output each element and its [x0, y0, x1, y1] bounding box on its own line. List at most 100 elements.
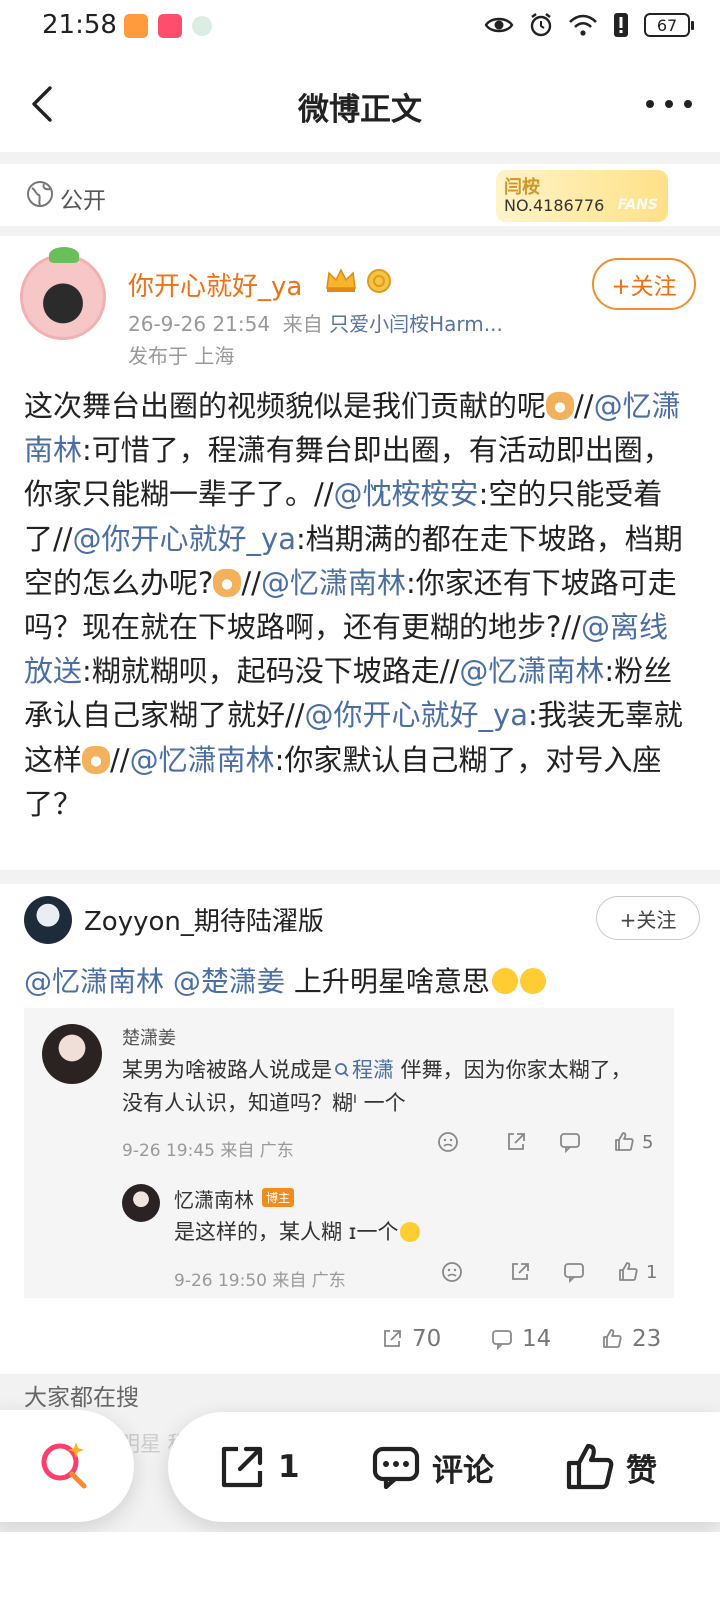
post-text-segment: :糊就糊呗，起码没下坡路走//	[82, 654, 460, 689]
repost-count: 70	[412, 1326, 442, 1352]
sad-face-icon[interactable]	[436, 1130, 460, 1154]
share-icon[interactable]	[508, 1260, 532, 1284]
sad-face-icon[interactable]	[440, 1260, 464, 1284]
status-icons: 67	[484, 12, 694, 38]
repost-button[interactable]: 1	[216, 1438, 300, 1496]
post-action-bar: 1 评论 赞	[168, 1412, 720, 1522]
post-text-segment: //	[241, 565, 261, 600]
repost-button-count: 1	[278, 1449, 300, 1485]
quoted-comment-box[interactable]: 楚潇姜 某男为啥被路人说成是 程潇 伴舞，因为你家太糊了，没有人认识，知道吗？糊ᴵ…	[24, 1008, 674, 1298]
laugh-cry-emoji-icon	[519, 968, 546, 994]
nav-bar: 微博正文	[0, 56, 720, 152]
discover-search-icon	[41, 1442, 87, 1489]
repost-follow-button[interactable]: +关注	[596, 896, 700, 940]
dog-emoji-icon	[546, 392, 575, 420]
comment-bubble-icon[interactable]	[558, 1130, 582, 1154]
post-text-segment: 这次舞台出圈的视频貌似是我们贡献的呢	[24, 389, 547, 423]
repost-author-name[interactable]: Zoyyon_期待陆濯版	[84, 901, 324, 938]
search-term-link[interactable]: 程潇	[332, 1058, 394, 1082]
comment-icon	[372, 1446, 420, 1490]
repost-count-button[interactable]: 70	[380, 1326, 441, 1352]
eye-icon	[484, 17, 514, 33]
comment-like-button[interactable]: 5	[612, 1130, 653, 1154]
like-icon	[566, 1443, 614, 1490]
search-fab[interactable]	[0, 1410, 134, 1522]
mention-link[interactable]: @你开心就好_ya	[73, 522, 296, 556]
signal-alert-icon	[614, 13, 628, 37]
like-count-button[interactable]: 23	[600, 1326, 661, 1352]
author-avatar[interactable]	[20, 247, 106, 340]
comment-bubble-icon	[492, 1330, 512, 1351]
reply-text: 是这样的，某人糊 ɪ一个	[174, 1216, 421, 1246]
main-post: 你开心就好_ya 26-9-26 21:54 来自 只爱小闫桉Harm... 发…	[0, 236, 720, 870]
video-app-icon	[158, 14, 182, 38]
reply-text-body: 是这样的，某人糊 ɪ一个	[174, 1220, 399, 1244]
share-icon[interactable]	[504, 1130, 528, 1154]
reply-avatar[interactable]	[122, 1184, 160, 1222]
more-options-icon[interactable]	[644, 94, 694, 114]
mention-link[interactable]: @楚潇姜	[173, 965, 285, 998]
heart-app-icon	[124, 14, 148, 38]
status-bar: 21:58 67	[0, 0, 720, 56]
repost-text-body: 上升明星啥意思	[284, 965, 490, 998]
wifi-icon	[569, 14, 597, 36]
comment-button[interactable]: 评论	[370, 1438, 494, 1496]
post-text-segment: //	[110, 742, 130, 777]
source-prefix: 来自	[282, 312, 323, 336]
post-time: 26-9-26 21:54	[128, 312, 271, 336]
post-text: 这次舞台出圈的视频貌似是我们贡献的呢//@忆潇南林:可惜了，程潇有舞台即出圈，有…	[24, 384, 694, 826]
thumbs-up-icon	[619, 1262, 638, 1281]
follow-button[interactable]: +关注	[592, 258, 696, 310]
visibility-label: 公开	[60, 188, 106, 214]
page-title: 微博正文	[298, 92, 422, 128]
author-name[interactable]: 你开心就好_ya	[128, 266, 302, 303]
reply-username[interactable]: 忆潇南林	[174, 1184, 254, 1213]
reply-like-count: 1	[646, 1261, 658, 1283]
comment-avatar[interactable]	[42, 1024, 102, 1084]
dog-emoji-icon	[213, 568, 242, 597]
visibility-row: 公开 闫桉 NO.4186776 FANS	[0, 164, 720, 226]
repost-author-avatar[interactable]	[24, 896, 72, 944]
comment-count: 14	[522, 1326, 552, 1352]
repost-text: @忆潇南林 @楚潇姜 上升明星啥意思	[24, 960, 546, 1000]
coin-icon	[367, 269, 391, 293]
comment-text: 某男为啥被路人说成是 程潇 伴舞，因为你家太糊了，没有人认识，知道吗？糊ᴵ 一个	[122, 1054, 652, 1120]
fans-badge-word: FANS	[617, 197, 658, 213]
post-location: 发布于 上海	[128, 344, 235, 368]
status-time: 21:58	[42, 10, 117, 40]
reply-like-button[interactable]: 1	[616, 1260, 657, 1284]
mention-link[interactable]: @忆潇南林	[130, 743, 275, 777]
reply-meta: 9-26 19:50 来自 广东	[174, 1271, 346, 1291]
crown-icon	[326, 268, 356, 292]
comment-like-count: 5	[642, 1131, 654, 1153]
comment-username[interactable]: 楚潇姜	[122, 1024, 176, 1050]
search-icon	[335, 1063, 349, 1077]
share-icon	[384, 1330, 401, 1347]
laugh-cry-emoji-icon	[491, 968, 518, 994]
comment-count-button[interactable]: 14	[490, 1326, 551, 1352]
comment-bubble-icon[interactable]	[562, 1260, 586, 1284]
mention-link[interactable]: @忱桉桉安	[334, 477, 479, 511]
mention-link[interactable]: @忆潇南林	[459, 654, 604, 688]
laugh-cry-emoji-icon	[400, 1222, 421, 1242]
repost-icon	[221, 1446, 263, 1488]
mention-link[interactable]: @忆潇南林	[24, 965, 164, 998]
bottom-strip	[0, 1532, 720, 1612]
like-button[interactable]: 赞	[564, 1438, 657, 1496]
thumbs-up-icon	[615, 1132, 634, 1151]
mention-link[interactable]: @忆潇南林	[261, 566, 406, 600]
bottom-dock: 1 评论 赞	[0, 1410, 720, 1532]
repost-section: Zoyyon_期待陆濯版 +关注 @忆潇南林 @楚潇姜 上升明星啥意思 楚潇姜 …	[0, 884, 720, 1374]
fans-badge-number: NO.4186776	[504, 196, 605, 215]
thumbs-up-icon	[603, 1329, 622, 1348]
post-meta: 26-9-26 21:54 来自 只爱小闫桉Harm...	[128, 308, 503, 337]
like-button-label: 赞	[626, 1452, 657, 1489]
battery-indicator: 67	[644, 13, 694, 37]
fans-badge[interactable]: 闫桉 NO.4186776 FANS	[496, 170, 668, 222]
post-source[interactable]: 只爱小闫桉Harm...	[329, 312, 503, 336]
comment-button-label: 评论	[432, 1452, 494, 1489]
comment-text-segment: 某男为啥被路人说成是	[122, 1058, 332, 1082]
post-text-segment: //	[574, 389, 594, 423]
mention-link[interactable]: @你开心就好_ya	[305, 698, 528, 732]
host-badge: 博主	[262, 1188, 295, 1207]
